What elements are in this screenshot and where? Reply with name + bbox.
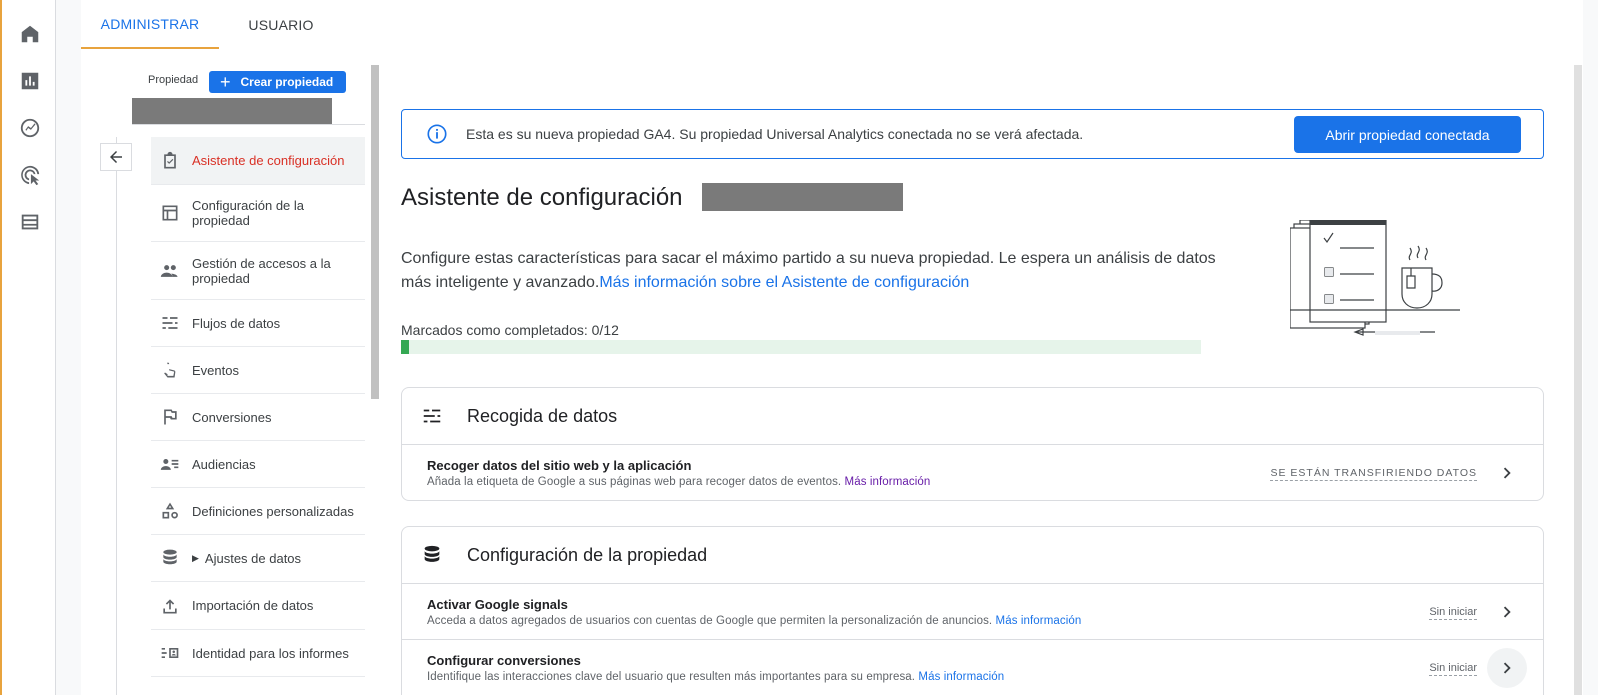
- task-desc-text: Acceda a datos agregados de usuarios con…: [427, 615, 993, 627]
- task-description: Acceda a datos agregados de usuarios con…: [427, 615, 1081, 627]
- reports-icon[interactable]: [18, 69, 42, 93]
- caret-right-icon[interactable]: ▶: [192, 553, 199, 564]
- learn-more-link[interactable]: Más información: [845, 476, 931, 488]
- task-title: Configurar conversiones: [427, 653, 581, 668]
- chevron-right-icon[interactable]: [1493, 459, 1521, 487]
- nav-label: Conversiones: [192, 409, 272, 425]
- card-header: Configuración de la propiedad: [402, 527, 1543, 584]
- nav-label: Identidad para los informes: [192, 645, 349, 661]
- card-title: Configuración de la propiedad: [467, 544, 708, 565]
- identity-icon: [159, 642, 181, 664]
- nav-scrollbar[interactable]: [371, 65, 379, 399]
- nav-item-events[interactable]: Eventos: [151, 347, 365, 394]
- task-description: Identifique las interacciones clave del …: [427, 671, 1004, 683]
- learn-more-link[interactable]: Más información: [918, 671, 1004, 683]
- nav-label: Flujos de datos: [192, 315, 281, 331]
- nav-label: Gestión de accesos a la propiedad: [192, 255, 331, 286]
- data-streams-icon: [159, 312, 181, 334]
- info-banner: Esta es su nueva propiedad GA4. Su propi…: [401, 109, 1544, 159]
- back-button[interactable]: [100, 143, 132, 171]
- left-rail: [0, 0, 56, 695]
- arrow-left-icon: [110, 151, 122, 163]
- explore-icon[interactable]: [18, 116, 42, 140]
- database-icon: [420, 543, 444, 567]
- banner-text: Esta es su nueva propiedad GA4. Su propi…: [466, 126, 1084, 142]
- nav-label: Definiciones personalizadas: [192, 503, 354, 519]
- chevron-right-icon[interactable]: [1487, 648, 1527, 688]
- create-property-label: Crear propiedad: [240, 75, 334, 89]
- nav-item-data-streams[interactable]: Flujos de datos: [151, 300, 365, 347]
- task-row-google-signals[interactable]: Activar Google signals Acceda a datos ag…: [402, 584, 1543, 640]
- audience-icon: [159, 453, 181, 475]
- tab-usuario[interactable]: USUARIO: [231, 0, 331, 49]
- main-scrollbar[interactable]: [1574, 65, 1582, 695]
- chevron-right-icon[interactable]: [1493, 598, 1521, 626]
- divider: [132, 124, 365, 125]
- shapes-icon: [159, 500, 181, 522]
- tab-administrar[interactable]: ADMINISTRAR: [81, 0, 219, 49]
- flag-icon: [159, 406, 181, 428]
- nav-label: Configuración de la propiedad: [192, 198, 305, 228]
- nav-label: Ajustes de datos: [204, 550, 302, 566]
- upload-icon: [159, 595, 181, 617]
- data-collection-card: Recogida de datos Recoger datos del siti…: [401, 387, 1544, 501]
- nav-label: Importación de datos: [192, 598, 314, 613]
- nav-item-conversions[interactable]: Conversiones: [151, 394, 365, 441]
- touch-icon: [159, 359, 181, 381]
- progress-label: Marcados como completados: 0/12: [401, 322, 619, 338]
- plus-icon: +: [220, 72, 231, 92]
- info-icon: [427, 124, 447, 144]
- task-description: Añada la etiqueta de Google a sus página…: [427, 476, 930, 488]
- intro-text: Configure estas características para sac…: [401, 247, 1216, 295]
- progress-bar: [401, 340, 1201, 354]
- task-status: SE ESTÁN TRANSFIRIENDO DATOS: [1270, 467, 1477, 481]
- nav-item-access-management[interactable]: Gestión de accesos a la propiedad: [151, 242, 365, 300]
- task-desc-text: Identifique las interacciones clave del …: [427, 671, 916, 683]
- open-connected-property-button[interactable]: Abrir propiedad conectada: [1294, 116, 1521, 153]
- card-header: Recogida de datos: [402, 388, 1543, 445]
- nav-item-data-settings[interactable]: ▶ Ajustes de datos: [151, 535, 365, 582]
- card-title: Recogida de datos: [467, 405, 618, 426]
- nav-item-custom-definitions[interactable]: Definiciones personalizadas: [151, 488, 365, 535]
- nav-label: Audiencias: [192, 456, 256, 472]
- admin-tabbar: ADMINISTRAR USUARIO: [81, 0, 1583, 49]
- nav-item-property-settings[interactable]: Configuración de la propiedad: [151, 185, 365, 242]
- property-label: Propiedad: [148, 74, 199, 86]
- nav-item-setup-assistant[interactable]: Asistente de configuración: [151, 137, 365, 185]
- redacted-property-title: [702, 183, 903, 211]
- nav-label: Asistente de configuración: [192, 153, 345, 168]
- task-title: Activar Google signals: [427, 597, 568, 612]
- task-title: Recoger datos del sitio web y la aplicac…: [427, 458, 692, 473]
- advertising-icon[interactable]: [18, 163, 42, 187]
- task-status: Sin iniciar: [1429, 662, 1477, 676]
- learn-more-link[interactable]: Más información: [996, 615, 1082, 627]
- task-desc-text: Añada la etiqueta de Google a sus página…: [427, 476, 842, 488]
- people-icon: [159, 260, 181, 282]
- home-icon[interactable]: [18, 22, 42, 46]
- configure-icon[interactable]: [18, 210, 42, 234]
- progress-fill: [401, 340, 409, 354]
- task-row-collect-data[interactable]: Recoger datos del sitio web y la aplicac…: [402, 445, 1543, 501]
- nav-item-reporting-identity[interactable]: Identidad para los informes: [151, 630, 365, 677]
- checklist-icon: [159, 150, 181, 172]
- property-settings-icon: [159, 202, 181, 224]
- database-icon: [159, 547, 181, 569]
- checklist-illustration: [1290, 220, 1460, 336]
- divider: [116, 137, 117, 695]
- nav-label: Eventos: [192, 362, 239, 378]
- page-title: Asistente de configuración: [401, 184, 683, 211]
- data-streams-icon: [420, 404, 444, 428]
- nav-item-audiences[interactable]: Audiencias: [151, 441, 365, 488]
- redacted-property-name[interactable]: [132, 98, 332, 125]
- nav-item-data-import[interactable]: Importación de datos: [151, 582, 365, 630]
- create-property-button[interactable]: + Crear propiedad: [209, 71, 346, 93]
- property-settings-card: Configuración de la propiedad Activar Go…: [401, 526, 1544, 695]
- task-status: Sin iniciar: [1429, 606, 1477, 620]
- intro-link[interactable]: Más información sobre el Asistente de co…: [599, 274, 969, 291]
- task-row-conversions[interactable]: Configurar conversiones Identifique las …: [402, 640, 1543, 695]
